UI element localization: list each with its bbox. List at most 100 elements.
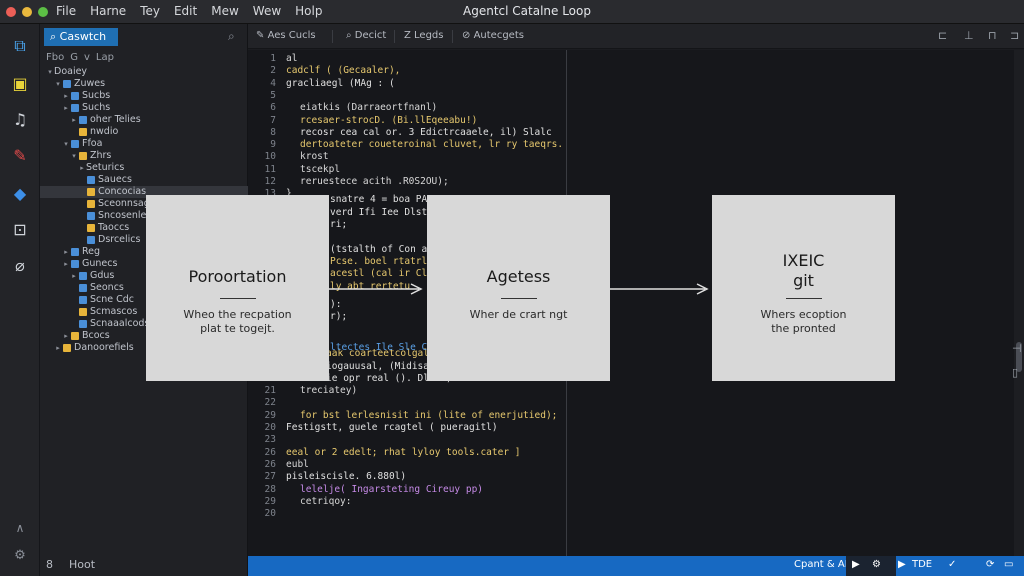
gear-icon[interactable]: ⚙ (872, 559, 881, 570)
tree-item[interactable]: ▸ oher Telies (40, 114, 248, 126)
more-actions-icon[interactable]: ⊓ (988, 29, 997, 42)
extensions-icon[interactable]: ◆ (10, 184, 30, 204)
chevron-icon[interactable]: ▸ (62, 246, 70, 258)
check-icon[interactable]: ✓ (948, 559, 956, 570)
split-editor-icon[interactable]: ⊏ (938, 29, 947, 42)
play-icon[interactable]: ▶ (852, 559, 860, 570)
menu-item-tey[interactable]: Tey (140, 4, 160, 18)
chevron-icon[interactable]: ▾ (46, 66, 54, 78)
notes-icon[interactable]: ▣ (10, 74, 30, 94)
tree-item-label: Seturics (86, 162, 125, 173)
folder-icon (71, 140, 79, 148)
code-line: pisleiscisle. 6.880l) (286, 471, 407, 483)
menu-item-harne[interactable]: Harne (90, 4, 126, 18)
remote-icon[interactable]: ⊡ (10, 220, 30, 240)
status-dark-section: ▶ ⚙ (846, 556, 896, 576)
chevron-icon[interactable]: ▸ (62, 330, 70, 342)
tree-item[interactable]: ▸ Seturics (40, 162, 248, 174)
folder-icon (79, 320, 87, 328)
sync-icon[interactable]: ⟳ (986, 559, 994, 570)
menu-item-file[interactable]: File (56, 4, 76, 18)
folder-icon (63, 80, 71, 88)
tree-item[interactable]: ▸ Sucbs (40, 90, 248, 102)
editor-tab-bar: ✎ Aes Cucls ⌕ Decict Z Legds ⊘ Autecgets… (248, 24, 1024, 49)
account-icon[interactable]: ∧ (10, 518, 30, 538)
tree-item[interactable]: ▾ Zuwes (40, 78, 248, 90)
pin-icon[interactable]: ⊥ (964, 29, 974, 42)
search-icon[interactable]: ⌕ (228, 29, 235, 44)
menu-item-holp[interactable]: Holp (295, 4, 322, 18)
footer-label[interactable]: Hoot (69, 558, 95, 571)
chevron-icon[interactable]: ▸ (62, 90, 70, 102)
debug-icon[interactable]: ✎ (10, 146, 30, 166)
tag-icon[interactable]: ⌀ (10, 256, 30, 276)
explorer-icon[interactable]: ⧉ (10, 36, 30, 56)
diagram-box-ixeic-git: IXEIC git Whers ecoption the pronted (712, 195, 895, 381)
footer-indicator[interactable]: 8 (46, 558, 53, 571)
menu-item-edit[interactable]: Edit (174, 4, 197, 18)
maximize-window-button[interactable] (38, 7, 48, 17)
diagram-box-rule (501, 298, 537, 299)
chevron-icon[interactable]: ▸ (62, 258, 70, 270)
tree-item[interactable]: ▾ Zhrs (40, 150, 248, 162)
chevron-icon[interactable]: ▸ (70, 114, 78, 126)
sidebar-toolbar-item[interactable]: Lap (96, 52, 114, 63)
code-line: cetriqoy: (300, 495, 352, 507)
run-icon[interactable]: ▶ (898, 559, 906, 570)
scroll-indicator-icon[interactable]: ▯ (1012, 366, 1018, 379)
tree-item[interactable]: ▾ Ffoa (40, 138, 248, 150)
chevron-icon[interactable]: ▾ (70, 150, 78, 162)
tree-item[interactable]: Sauecs (40, 174, 248, 186)
diagram-box-rule (786, 298, 822, 299)
editor-scrollbar[interactable] (1014, 50, 1024, 556)
code-line: lelelje( Ingarsteting Cireuy pp) (300, 483, 484, 495)
chevron-icon[interactable]: ▸ (78, 162, 86, 174)
code-line: eeal or 2 edelt; rhat lyloy tools.cater … (286, 446, 521, 458)
tree-item-label: Doaiey (54, 66, 88, 77)
sidebar-toolbar-item[interactable]: G (70, 52, 78, 63)
diagram-box-description: Whers ecoption the pronted (760, 308, 847, 335)
diagram-box-poroortation: Poroortation Wheo the recpation plat te … (146, 195, 329, 381)
folder-icon (87, 236, 95, 244)
tree-item[interactable]: ▾ Doaiey (40, 66, 248, 78)
chevron-icon[interactable]: ▾ (62, 138, 70, 150)
tab-decict[interactable]: ⌕ Decict (346, 30, 386, 41)
close-window-button[interactable] (6, 7, 16, 17)
menu-item-mew[interactable]: Mew (211, 4, 239, 18)
folder-icon (79, 152, 87, 160)
tab-z-legds[interactable]: Z Legds (404, 30, 443, 41)
layout-icon[interactable]: ⊐ (1010, 29, 1019, 42)
chevron-icon[interactable]: ▾ (54, 78, 62, 90)
diagram-box-description: Wheo the recpation plat te togejt. (183, 308, 292, 335)
chevron-icon[interactable]: ▸ (54, 342, 62, 354)
code-content: al cadclf ( (Gecaaler), gracliaegl (MAg : … (248, 50, 1024, 556)
folder-icon (71, 260, 79, 268)
folder-icon (87, 188, 95, 196)
status-right-text[interactable]: TDE (912, 559, 932, 570)
sidebar-toolbar-item[interactable]: Fbo (46, 52, 64, 63)
tree-item[interactable]: ▸ Suchs (40, 102, 248, 114)
tab-autecgets[interactable]: ⊘ Autecgets (462, 30, 524, 41)
sidebar-search-field[interactable]: ⌕ Caswtch (44, 28, 118, 46)
status-label[interactable]: Cpant & AD (794, 559, 852, 570)
notification-icon[interactable]: ▭ (1004, 559, 1013, 570)
diagram-box-title: Agetess (486, 267, 551, 286)
settings-icon[interactable]: ⚙ (10, 546, 30, 566)
tree-item-label: Scne Cdc (90, 294, 135, 305)
music-icon[interactable]: ♫ (10, 110, 30, 130)
tree-item-label: Zuwes (74, 78, 106, 89)
minimize-window-button[interactable] (22, 7, 32, 17)
menu-item-wew[interactable]: Wew (253, 4, 281, 18)
tree-item-label: oher Telies (90, 114, 141, 125)
sidebar-toolbar-item[interactable]: v (84, 52, 90, 63)
tab-aes-cucls[interactable]: ✎ Aes Cucls (256, 30, 316, 41)
activity-bar: ⧉ ▣ ♫ ✎ ◆ ⊡ ⌀ ∧ ⚙ (0, 24, 40, 576)
code-line: gracliaegl (MAg : ( (286, 77, 395, 89)
panel-toggle-icon[interactable]: ⊣ (1012, 342, 1022, 355)
chevron-icon[interactable]: ▸ (70, 270, 78, 282)
tree-item-label: Taoccs (98, 222, 130, 233)
code-editor[interactable]: 1245678910111213141516171819202122232425… (248, 50, 1024, 556)
chevron-icon[interactable]: ▸ (62, 102, 70, 114)
tree-item-label: Seoncs (90, 282, 124, 293)
tree-item[interactable]: nwdio (40, 126, 248, 138)
